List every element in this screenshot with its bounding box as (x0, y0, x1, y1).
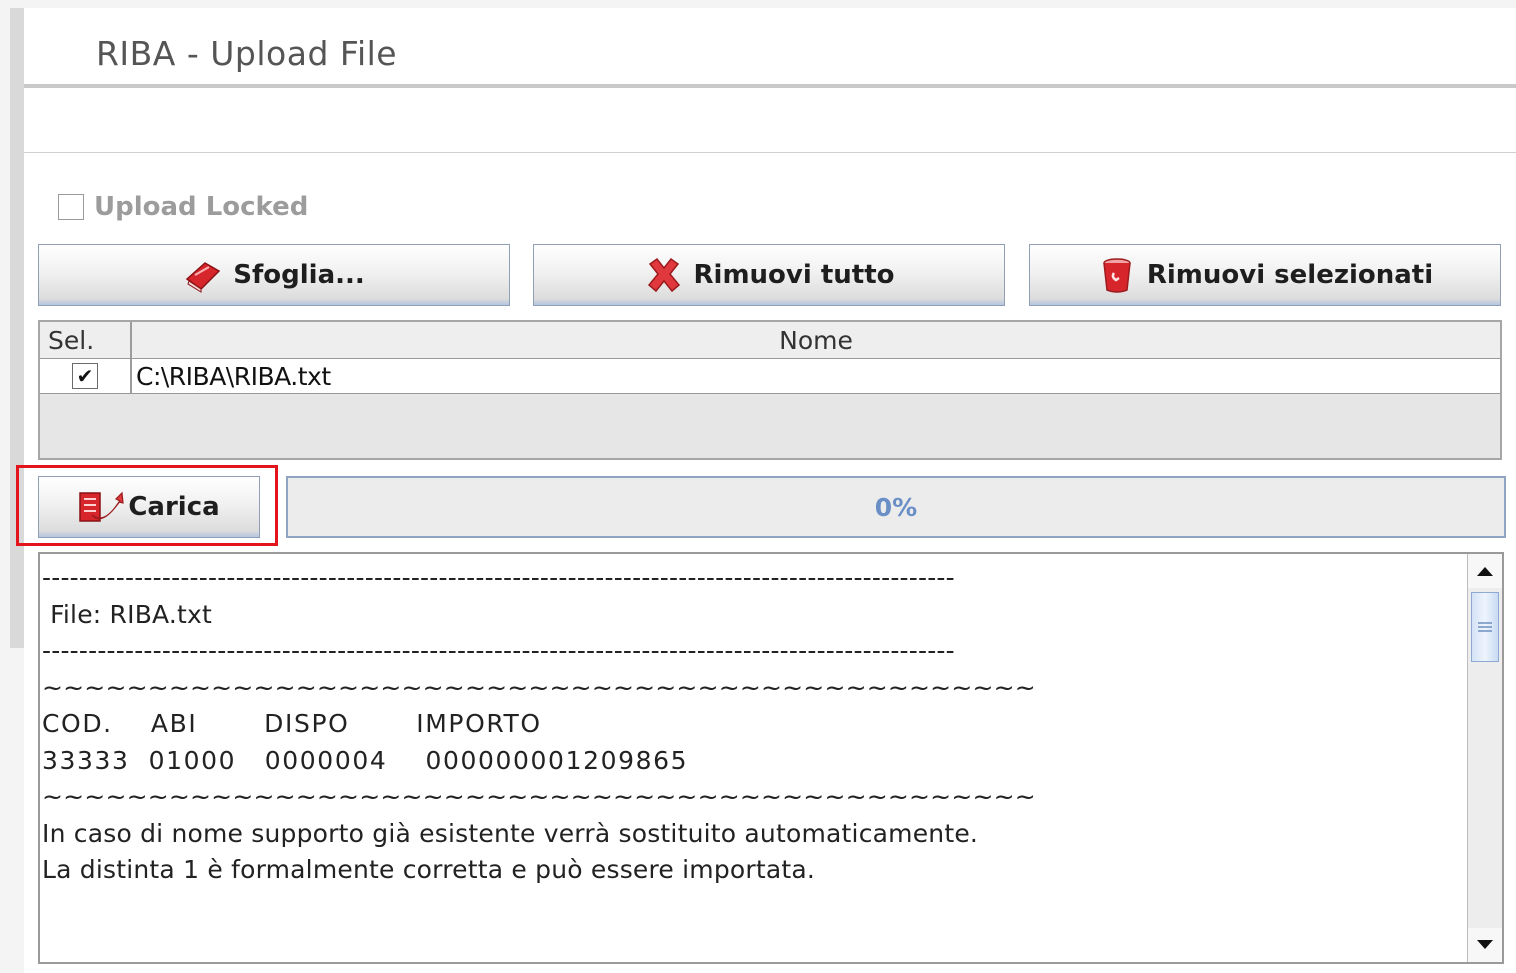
row-select-checkbox[interactable]: ✔ (72, 363, 98, 389)
upload-locked-checkbox[interactable] (58, 194, 84, 220)
scroll-thumb[interactable] (1471, 592, 1499, 662)
scroll-down-button[interactable] (1468, 928, 1502, 962)
file-name-cell: C:\RIBA\RIBA.txt (136, 362, 331, 391)
log-line: ----------------------------------------… (42, 636, 955, 665)
red-x-icon (644, 255, 684, 295)
remove-all-button-label: Rimuovi tutto (693, 260, 895, 290)
checkmark-icon: ✔ (76, 364, 94, 388)
grip-icon (1478, 622, 1492, 632)
log-text: ----------------------------------------… (42, 560, 1462, 889)
log-line: La distinta 1 è formalmente corretta e p… (42, 855, 816, 884)
browse-button-label: Sfoglia... (233, 260, 365, 290)
column-header-nome[interactable]: Nome (132, 322, 1500, 358)
file-table: Sel. Nome ✔ C:\RIBA\RIBA.txt (38, 320, 1502, 460)
log-line: 33333 01000 0000004 000000001209865 (42, 745, 689, 775)
load-button[interactable]: Carica (38, 476, 260, 538)
progress-text: 0% (874, 492, 918, 522)
page-title: RIBA - Upload File (96, 34, 398, 73)
book-icon (183, 255, 223, 295)
remove-all-button[interactable]: Rimuovi tutto (533, 244, 1005, 306)
row-select-cell[interactable]: ✔ (40, 359, 132, 393)
arrow-down-icon (1477, 940, 1493, 949)
upload-progress-bar: 0% (286, 476, 1506, 538)
upload-locked-option[interactable]: Upload Locked (58, 192, 308, 222)
table-row[interactable]: ✔ C:\RIBA\RIBA.txt (40, 359, 1500, 394)
section-divider (24, 152, 1516, 153)
scroll-up-button[interactable] (1468, 554, 1502, 588)
remove-selected-button[interactable]: Rimuovi selezionati (1029, 244, 1501, 306)
log-line: ~~~~~~~~~~~~~~~~~~~~~~~~~~~~~~~~~~~~~~~~… (42, 782, 1036, 811)
log-line: ~~~~~~~~~~~~~~~~~~~~~~~~~~~~~~~~~~~~~~~~… (42, 672, 1036, 702)
browse-button[interactable]: Sfoglia... (38, 244, 510, 306)
remove-selected-button-label: Rimuovi selezionati (1146, 260, 1434, 290)
column-header-sel[interactable]: Sel. (40, 322, 132, 358)
window-left-edge (10, 8, 24, 648)
file-table-header: Sel. Nome (40, 322, 1500, 359)
log-line: COD. ABI DISPO IMPORTO (42, 709, 542, 738)
upload-arrow-icon (78, 487, 125, 527)
log-area[interactable]: ----------------------------------------… (38, 552, 1504, 964)
load-button-label: Carica (128, 492, 220, 522)
upload-panel: RIBA - Upload File Upload Locked Sfoglia… (16, 8, 1516, 973)
upload-locked-label: Upload Locked (94, 192, 309, 222)
trash-can-icon (1097, 255, 1137, 295)
log-line: File: RIBA.txt (42, 599, 213, 629)
arrow-up-icon (1477, 567, 1493, 576)
log-scrollbar[interactable] (1467, 554, 1502, 962)
log-line: In caso di nome supporto già esistente v… (42, 818, 979, 848)
title-divider (24, 84, 1516, 88)
log-line: ----------------------------------------… (42, 563, 955, 592)
